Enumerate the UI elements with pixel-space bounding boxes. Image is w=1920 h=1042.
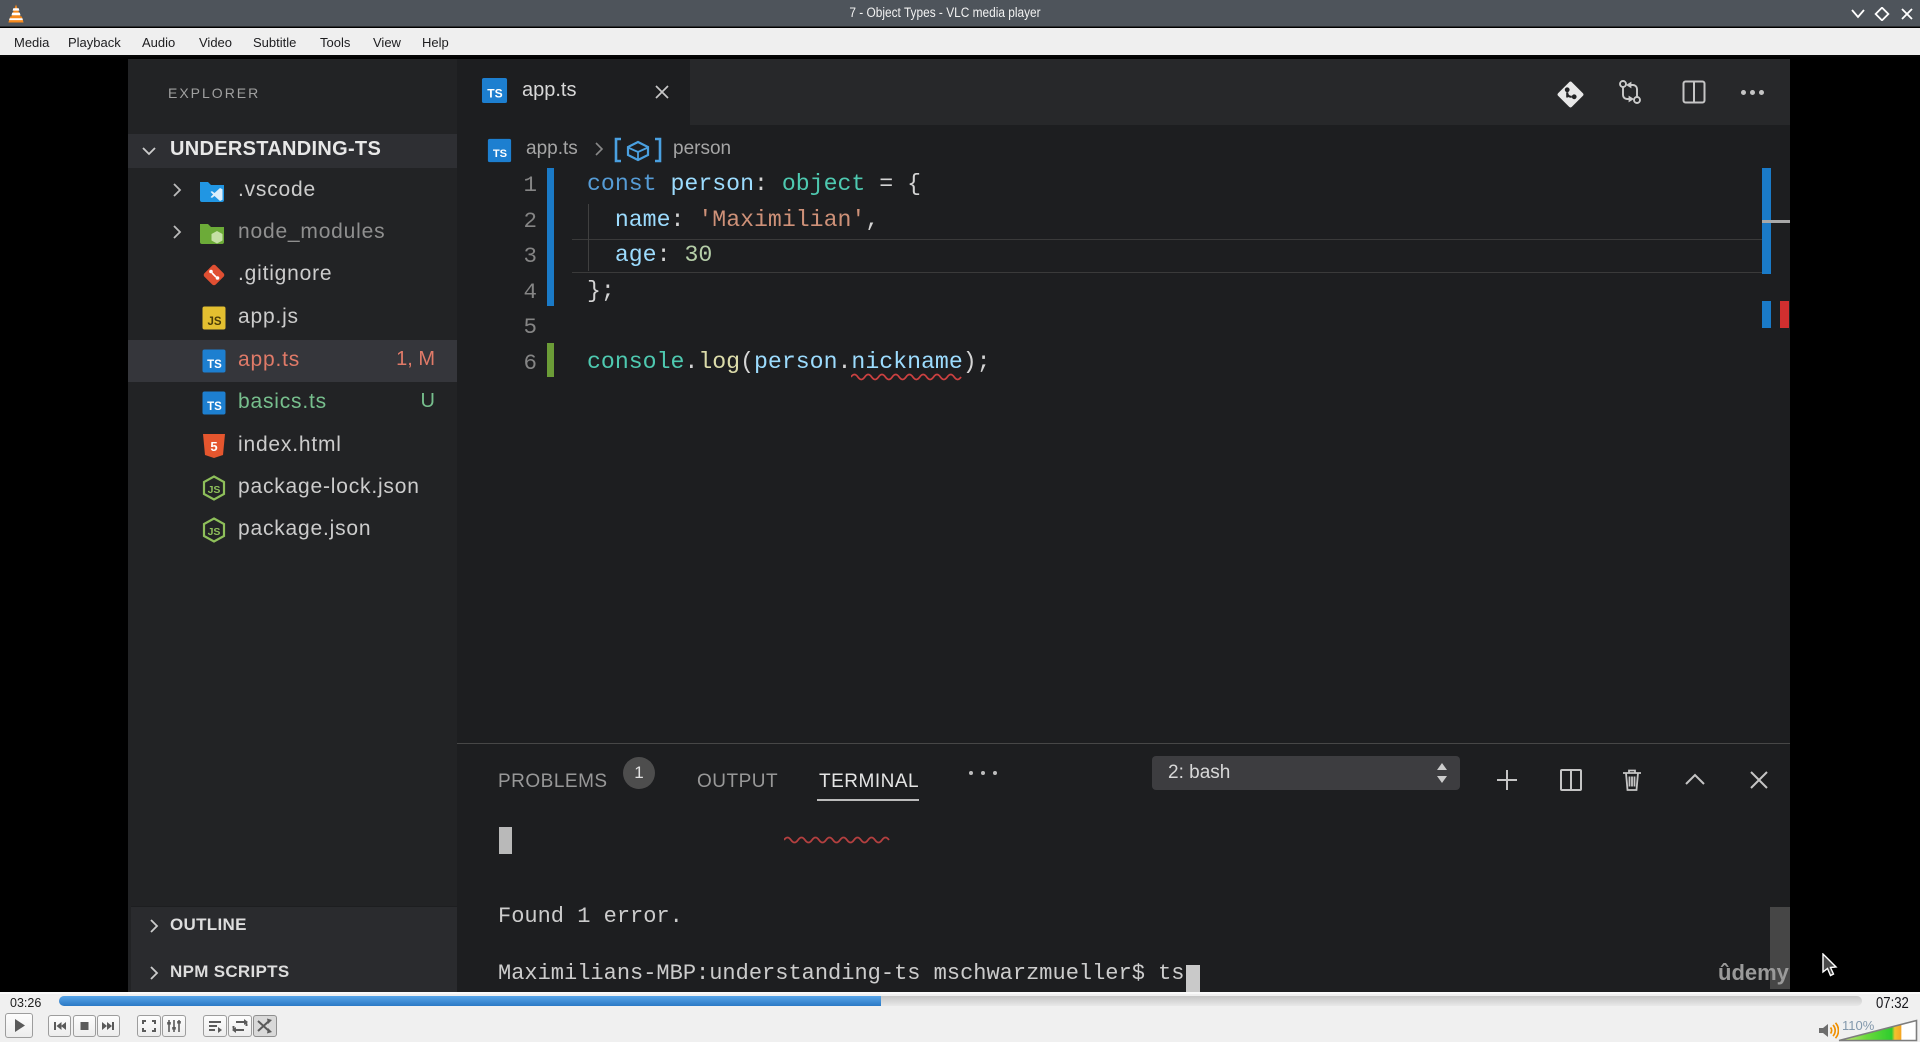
- svg-text:JS: JS: [207, 316, 221, 328]
- svg-text:5: 5: [210, 439, 217, 454]
- svg-text:TS: TS: [493, 148, 507, 160]
- svg-text:TS: TS: [487, 87, 502, 101]
- svg-text:TS: TS: [207, 359, 222, 371]
- svg-text:TS: TS: [207, 401, 222, 413]
- svg-text:JS: JS: [208, 484, 221, 496]
- svg-text:JS: JS: [208, 526, 221, 538]
